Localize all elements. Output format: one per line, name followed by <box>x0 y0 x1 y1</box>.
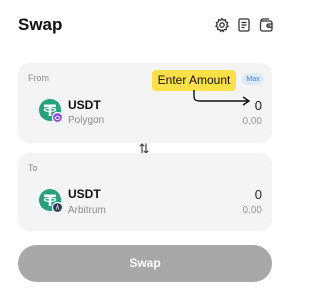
to-network-name: Arbitrum <box>68 205 106 216</box>
enter-amount-annotation: Enter Amount <box>152 70 236 91</box>
wallet-icon[interactable] <box>258 17 274 33</box>
from-network-name: Polygon <box>68 115 105 126</box>
to-amount: 0 <box>254 187 262 202</box>
to-label: To <box>28 163 38 173</box>
annotation-arrow-icon <box>193 90 251 106</box>
from-amount-input[interactable]: 0 <box>255 98 262 113</box>
max-button[interactable]: Max <box>242 74 264 85</box>
page-title: Swap <box>18 15 63 34</box>
to-usd-value: 0.00 <box>242 205 262 216</box>
swap-widget: Swap From Max USDT Polygon 0 0.00 To USD… <box>0 0 286 300</box>
gear-icon[interactable] <box>214 17 230 33</box>
usdt-token-icon[interactable] <box>38 188 64 214</box>
from-token-name[interactable]: USDT <box>68 98 101 112</box>
history-icon[interactable] <box>236 17 252 33</box>
to-token-name[interactable]: USDT <box>68 187 101 201</box>
to-panel: To USDT Arbitrum 0 0.00 <box>18 153 272 231</box>
from-usd-value: 0.00 <box>242 116 262 127</box>
usdt-token-icon[interactable] <box>38 98 64 124</box>
from-label: From <box>28 73 49 83</box>
swap-button[interactable]: Swap <box>18 245 272 282</box>
